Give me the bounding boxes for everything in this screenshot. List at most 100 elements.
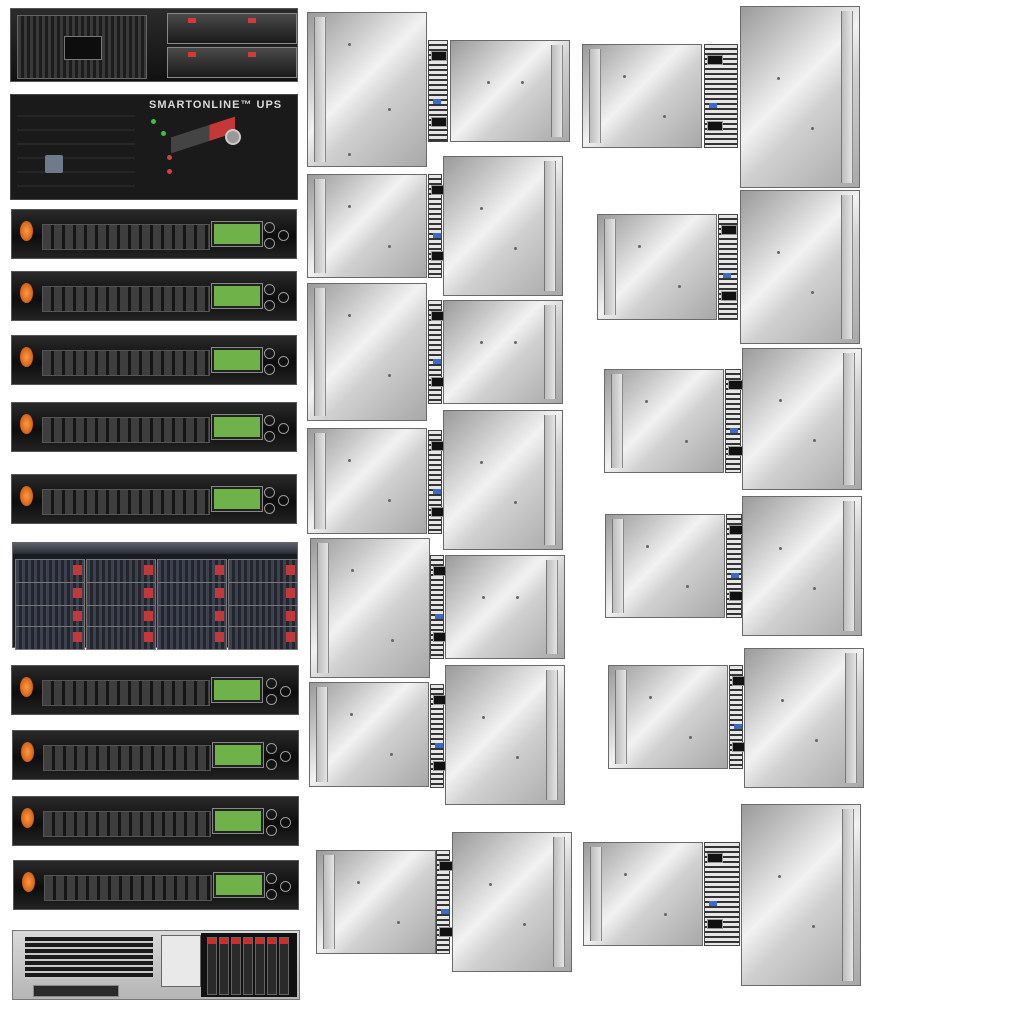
server-chassis-top[interactable] [452, 832, 572, 972]
server-chassis-side[interactable] [316, 850, 436, 954]
rack-server-proliant[interactable] [12, 930, 300, 1000]
switch-control-button[interactable] [264, 284, 275, 295]
switch-control-button[interactable] [264, 503, 275, 514]
server-chassis-top[interactable] [445, 665, 565, 805]
server-front-panel[interactable] [726, 514, 745, 618]
hard-drive[interactable] [267, 937, 277, 995]
server-chassis-side[interactable] [307, 174, 427, 278]
drive-tray[interactable] [86, 559, 156, 583]
server-front-panel[interactable] [430, 555, 449, 659]
power-button-icon[interactable] [20, 486, 33, 506]
drive-tray[interactable] [157, 626, 227, 650]
server-chassis-top[interactable] [443, 410, 563, 550]
switch-control-button[interactable] [264, 348, 275, 359]
server-chassis-top[interactable] [443, 300, 563, 404]
server-front-panel[interactable] [428, 40, 448, 142]
hard-drive[interactable] [255, 937, 265, 995]
network-switch[interactable] [12, 730, 299, 780]
drive-tray[interactable] [15, 582, 85, 606]
hard-drive[interactable] [243, 937, 253, 995]
server-chassis-top[interactable] [443, 156, 563, 296]
server-chassis-top[interactable] [450, 40, 570, 142]
server-front-panel[interactable] [704, 44, 738, 148]
switch-control-button[interactable] [266, 678, 277, 689]
switch-control-button[interactable] [280, 881, 291, 892]
switch-control-button[interactable] [280, 817, 291, 828]
switch-control-button[interactable] [280, 686, 291, 697]
network-switch[interactable] [13, 860, 299, 910]
switch-control-button[interactable] [264, 431, 275, 442]
server-front-panel[interactable] [729, 665, 748, 769]
switch-control-button[interactable] [278, 356, 289, 367]
power-button-icon[interactable] [22, 872, 35, 892]
server-chassis-side[interactable] [605, 514, 725, 618]
hard-drive[interactable] [219, 937, 229, 995]
server-chassis-side[interactable] [608, 665, 728, 769]
switch-control-button[interactable] [264, 487, 275, 498]
server-chassis-side[interactable] [310, 538, 430, 678]
drive-tray[interactable] [228, 582, 298, 606]
drive-tray[interactable] [228, 559, 298, 583]
switch-control-button[interactable] [264, 364, 275, 375]
network-switch[interactable] [12, 796, 299, 846]
switch-control-button[interactable] [264, 300, 275, 311]
hard-drive[interactable] [279, 937, 289, 995]
server-chassis-top[interactable] [740, 190, 860, 344]
server-chassis-side[interactable] [597, 214, 717, 320]
power-button-icon[interactable] [21, 808, 34, 828]
drive-tray[interactable] [86, 582, 156, 606]
network-switch[interactable] [11, 209, 297, 259]
server-chassis-top[interactable] [744, 648, 864, 788]
server-front-panel[interactable] [428, 430, 447, 534]
server-front-panel[interactable] [428, 300, 447, 404]
server-chassis-top[interactable] [742, 348, 862, 490]
power-button-icon[interactable] [20, 347, 33, 367]
power-button-icon[interactable] [20, 221, 33, 241]
switch-control-button[interactable] [266, 889, 277, 900]
hard-drive[interactable] [231, 937, 241, 995]
switch-control-button[interactable] [266, 694, 277, 705]
drive-tray[interactable] [157, 559, 227, 583]
server-chassis-side[interactable] [604, 369, 724, 473]
ups-power-button[interactable] [225, 129, 241, 145]
power-button-icon[interactable] [20, 414, 33, 434]
switch-control-button[interactable] [280, 751, 291, 762]
switch-control-button[interactable] [278, 230, 289, 241]
network-switch[interactable] [11, 402, 297, 452]
network-switch[interactable] [11, 665, 299, 715]
network-switch[interactable] [11, 474, 297, 524]
server-chassis-side[interactable] [307, 12, 427, 167]
server-front-panel[interactable] [718, 214, 738, 320]
network-switch[interactable] [11, 271, 297, 321]
server-chassis-top[interactable] [742, 496, 862, 636]
storage-array[interactable] [12, 542, 298, 650]
drive-tray[interactable] [228, 626, 298, 650]
switch-control-button[interactable] [266, 873, 277, 884]
server-chassis-side[interactable] [582, 44, 702, 148]
server-front-panel[interactable] [430, 684, 449, 788]
blade-enclosure[interactable] [10, 8, 298, 82]
power-button-icon[interactable] [20, 283, 33, 303]
power-button-icon[interactable] [21, 742, 34, 762]
drive-tray[interactable] [15, 559, 85, 583]
drive-tray[interactable] [86, 626, 156, 650]
server-front-panel[interactable] [704, 842, 740, 946]
server-chassis-top[interactable] [740, 6, 860, 188]
switch-control-button[interactable] [264, 415, 275, 426]
server-front-panel[interactable] [436, 850, 455, 954]
drive-tray[interactable] [15, 626, 85, 650]
switch-control-button[interactable] [278, 495, 289, 506]
hard-drive[interactable] [207, 937, 217, 995]
server-front-panel[interactable] [428, 174, 447, 278]
server-front-panel[interactable] [725, 369, 744, 473]
switch-control-button[interactable] [266, 809, 277, 820]
switch-control-button[interactable] [264, 222, 275, 233]
switch-control-button[interactable] [278, 423, 289, 434]
server-chassis-top[interactable] [741, 804, 861, 986]
ups-unit[interactable]: SMARTONLINE™ UPS [10, 94, 298, 200]
server-chassis-side[interactable] [583, 842, 703, 946]
server-chassis-top[interactable] [445, 555, 565, 659]
network-switch[interactable] [11, 335, 297, 385]
switch-control-button[interactable] [266, 743, 277, 754]
server-chassis-side[interactable] [309, 682, 429, 787]
